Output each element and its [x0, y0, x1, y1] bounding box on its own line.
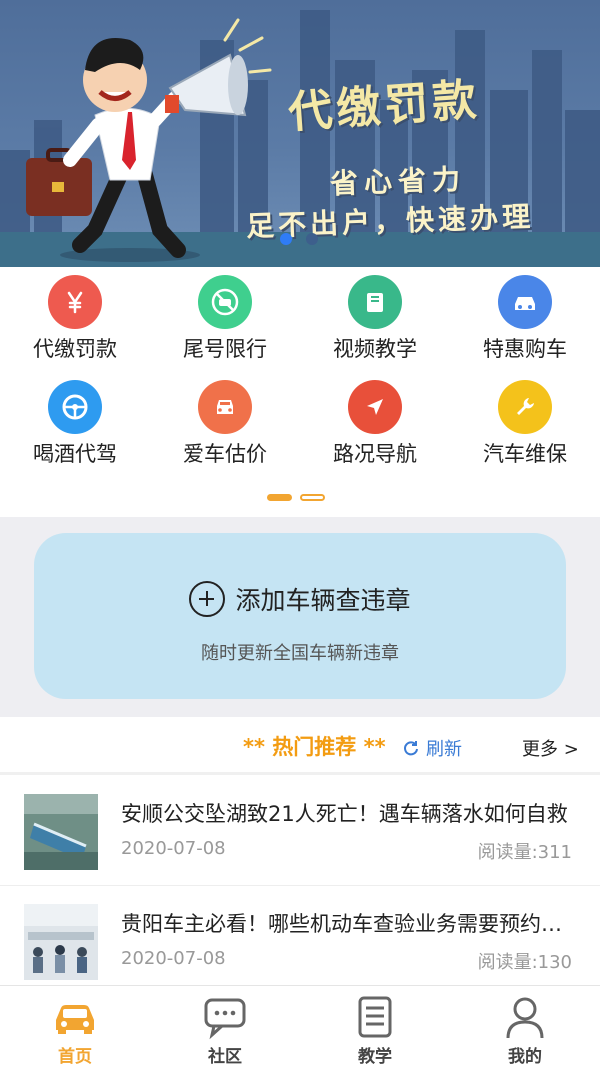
refresh-icon	[404, 741, 418, 756]
chat-bubble-icon	[204, 998, 246, 1040]
tab-label: 首页	[58, 1047, 92, 1067]
service-plate-restriction[interactable]: 尾号限行	[150, 267, 300, 367]
news-read-count: 阅读量:311	[477, 842, 572, 863]
service-label: 特惠购车	[483, 337, 567, 361]
tab-home[interactable]: 首页	[0, 986, 150, 1067]
tab-label: 我的	[508, 1047, 542, 1067]
add-vehicle-subtitle: 随时更新全国车辆新违章	[201, 643, 399, 664]
app-screen: 代缴罚款 省心省力 足不出户，快速办理 代缴罚款 尾号限行 视频教学 特惠购车 …	[0, 0, 600, 1067]
tab-label: 社区	[208, 1047, 242, 1067]
service-traffic-navigation[interactable]: 路况导航	[300, 372, 450, 472]
book-icon	[348, 275, 402, 329]
service-label: 喝酒代驾	[33, 442, 117, 466]
service-label: 爱车估价	[183, 442, 267, 466]
banner-title: 代缴罚款	[286, 74, 482, 139]
service-label: 路况导航	[333, 442, 417, 466]
wrench-icon	[498, 380, 552, 434]
service-car-deals[interactable]: 特惠购车	[450, 267, 600, 367]
service-label: 代缴罚款	[33, 337, 117, 361]
news-title: 安顺公交坠湖致21人死亡！遇车辆落水如何自救	[121, 802, 568, 826]
banner-dot-active[interactable]	[280, 233, 292, 245]
steering-wheel-icon	[48, 380, 102, 434]
service-grid: 代缴罚款 尾号限行 视频教学 特惠购车 喝酒代驾 爱车估价 路况导航 汽车维保	[0, 267, 600, 517]
yen-icon	[48, 275, 102, 329]
car-front-icon	[198, 380, 252, 434]
news-read-count: 阅读量:130	[477, 952, 572, 973]
news-date: 2020-07-08	[121, 838, 226, 859]
service-label: 尾号限行	[183, 337, 267, 361]
more-link[interactable]: 更多 >	[522, 735, 579, 761]
tab-label: 教学	[358, 1047, 392, 1067]
service-car-valuation[interactable]: 爱车估价	[150, 372, 300, 472]
banner-subtitle-1: 省心省力	[329, 162, 467, 201]
hot-recommend-header: ** 热门推荐 ** 刷新 更多 >	[0, 717, 600, 775]
news-date: 2020-07-08	[121, 948, 226, 969]
refresh-button[interactable]: 刷新	[402, 735, 462, 761]
promo-banner[interactable]: 代缴罚款 省心省力 足不出户，快速办理	[0, 0, 600, 267]
service-label: 视频教学	[333, 337, 417, 361]
banner-dot[interactable]	[306, 233, 318, 245]
service-car-maintenance[interactable]: 汽车维保	[450, 372, 600, 472]
navigation-arrow-icon	[348, 380, 402, 434]
service-video-tutorial[interactable]: 视频教学	[300, 267, 450, 367]
tab-profile[interactable]: 我的	[450, 986, 600, 1067]
user-icon	[506, 997, 544, 1039]
service-label: 汽车维保	[483, 442, 567, 466]
grid-pagination	[267, 494, 325, 501]
grid-page-dot[interactable]	[300, 494, 325, 501]
grid-page-dot-active[interactable]	[267, 494, 292, 501]
tab-tutorial[interactable]: 教学	[300, 986, 450, 1067]
car-icon	[56, 1005, 94, 1034]
news-title: 贵阳车主必看！哪些机动车查验业务需要预约办理	[121, 912, 576, 936]
service-designated-driver[interactable]: 喝酒代驾	[0, 372, 150, 472]
news-thumbnail	[24, 904, 98, 980]
banner-pagination	[280, 233, 318, 245]
add-vehicle-section: 添加车辆查违章 随时更新全国车辆新违章	[0, 517, 600, 717]
bottom-tab-bar: 首页 社区 教学 我的	[0, 985, 600, 1067]
plus-circle-icon	[189, 581, 226, 617]
hot-recommend-title: ** 热门推荐 **	[243, 735, 386, 759]
car-icon	[498, 275, 552, 329]
news-item[interactable]: 贵阳车主必看！哪些机动车查验业务需要预约办理 2020-07-08 阅读量:13…	[0, 886, 600, 996]
news-thumbnail	[24, 794, 98, 870]
news-item[interactable]: 安顺公交坠湖致21人死亡！遇车辆落水如何自救 2020-07-08 阅读量:31…	[0, 776, 600, 886]
refresh-label: 刷新	[426, 739, 462, 760]
add-vehicle-title: 添加车辆查违章	[235, 586, 411, 615]
no-car-icon	[198, 275, 252, 329]
service-pay-fines[interactable]: 代缴罚款	[0, 267, 150, 367]
tab-community[interactable]: 社区	[150, 986, 300, 1067]
add-vehicle-card[interactable]: 添加车辆查违章 随时更新全国车辆新违章	[34, 533, 566, 699]
document-icon	[358, 996, 392, 1038]
